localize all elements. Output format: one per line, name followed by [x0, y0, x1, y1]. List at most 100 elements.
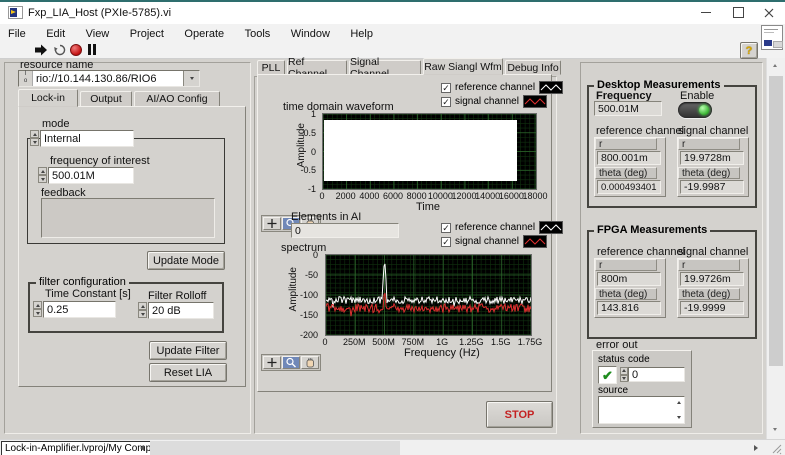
mode-label: mode — [42, 118, 70, 130]
combo-dropdown-button[interactable] — [183, 71, 199, 86]
update-mode-button[interactable]: Update Mode — [147, 251, 225, 270]
tab-pll[interactable]: PLL — [257, 60, 285, 75]
error-out-cluster: status ✔ code 0 source — [592, 350, 692, 428]
fpga-ref-theta-indicator: 143.816 — [597, 301, 661, 315]
signal-channel-checkbox-1[interactable]: ✓ — [441, 97, 451, 107]
filter-rolloff-spinner[interactable] — [138, 302, 147, 318]
signal-channel-checkbox-2[interactable]: ✓ — [441, 237, 451, 247]
feedback-indicator — [41, 198, 215, 238]
scroll-up-icon[interactable] — [677, 401, 681, 404]
close-button[interactable] — [753, 2, 785, 23]
pan-tool-button-2[interactable] — [301, 356, 319, 369]
desktop-ref-r-indicator: 800.001m — [597, 151, 661, 165]
reference-channel-checkbox-2[interactable]: ✓ — [441, 223, 451, 233]
io-type-icon: Io — [19, 71, 33, 86]
resize-grip[interactable] — [771, 443, 783, 455]
tab-ref-channel[interactable]: Ref Channel — [287, 60, 347, 75]
elements-in-ai-label: Elements in AI — [291, 211, 361, 223]
run-continuously-button[interactable] — [53, 43, 67, 56]
legend-reference-row-1: ✓ reference channel — [441, 81, 563, 94]
fpga-sig-cluster: r 19.9726m theta (deg) -19.9999 — [677, 258, 749, 318]
cross-icon — [266, 357, 278, 368]
hscroll-right-icon[interactable] — [754, 445, 758, 451]
stop-button[interactable]: STOP — [486, 401, 553, 428]
time-constant-input[interactable]: 0.25 — [43, 301, 116, 318]
project-path-box[interactable]: Lock-in-Amplifier.lvproj/My Computer — [1, 441, 172, 455]
tab-ai-ao-config[interactable]: AI/AO Config — [134, 91, 220, 107]
filter-configuration-title: filter configuration — [36, 276, 129, 288]
error-code-input[interactable]: 0 — [628, 367, 685, 382]
update-filter-button[interactable]: Update Filter — [149, 341, 227, 360]
close-icon — [764, 8, 774, 18]
help-button[interactable]: ? — [740, 42, 758, 59]
filter-rolloff-input[interactable]: 20 dB — [148, 302, 214, 319]
zoom-tool-button-2[interactable] — [282, 356, 300, 369]
chart2-xticks: 0250M500M750M1G1.25G1.5G1.75G — [325, 337, 530, 347]
error-code-label: code — [628, 354, 650, 365]
reset-lia-button[interactable]: Reset LIA — [149, 363, 227, 382]
tab-lock-in[interactable]: Lock-in — [18, 89, 78, 107]
theta-caption: theta (deg) — [595, 288, 657, 300]
mode-dropdown[interactable]: Internal — [40, 130, 134, 147]
resource-name-combo[interactable]: Io rio://10.144.130.86/RIO6 — [18, 70, 200, 87]
fpga-ref-r-indicator: 800m — [597, 272, 661, 286]
run-button[interactable] — [34, 44, 48, 56]
frequency-of-interest-input[interactable]: 500.01M — [48, 167, 134, 184]
chart1-xlabel: Time — [416, 201, 440, 213]
hscroll-left-icon[interactable] — [140, 445, 144, 451]
tab-raw-siangl-wfm[interactable]: Raw Siangl Wfm — [423, 58, 503, 75]
chart2-xlabel: Frequency (Hz) — [404, 347, 480, 359]
error-status-indicator: ✔ — [598, 366, 617, 384]
scrollbar-down-icon[interactable] — [773, 428, 777, 431]
error-source-label: source — [598, 385, 628, 396]
desktop-sig-theta-indicator: -19.9987 — [680, 180, 744, 194]
reference-channel-checkbox-1[interactable]: ✓ — [441, 83, 451, 93]
abort-button[interactable] — [70, 44, 82, 56]
signal-trace-glyph-2 — [523, 235, 547, 248]
tab-debug-info[interactable]: Debug Info — [505, 60, 561, 75]
cursor-move-tool-button[interactable] — [263, 217, 281, 230]
scrollbar-up-icon[interactable] — [773, 64, 777, 67]
chart2-plot — [325, 254, 532, 336]
desktop-sig-r-indicator: 19.9728m — [680, 151, 744, 165]
scroll-down-icon[interactable] — [677, 416, 681, 419]
filter-rolloff-label: Filter Rolloff — [148, 290, 206, 302]
tab-signal-channel[interactable]: Signal Channel — [349, 60, 421, 75]
maximize-button[interactable] — [722, 2, 754, 23]
error-status-label: status — [598, 354, 625, 365]
hand-icon — [304, 357, 316, 368]
error-source-box[interactable] — [598, 396, 685, 424]
minimize-button[interactable] — [690, 2, 722, 23]
error-code-spinner[interactable] — [620, 367, 628, 382]
frequency-spinner[interactable] — [38, 167, 47, 183]
signal-trace-glyph-1 — [523, 95, 547, 108]
chart1-xticks: 0200040006000800010000120001400016000180… — [322, 191, 535, 201]
theta-caption: theta (deg) — [678, 167, 740, 179]
r-caption: r — [678, 259, 740, 271]
enable-switch[interactable] — [678, 102, 712, 118]
fpga-measurements-title: FPGA Measurements — [594, 224, 710, 236]
vertical-scrollbar[interactable] — [766, 58, 785, 439]
cross-icon — [266, 218, 278, 229]
pause-button[interactable] — [88, 44, 97, 55]
fpga-sig-channel-label: signal channel — [678, 246, 748, 258]
chart2-title: spectrum — [281, 242, 326, 254]
legend-reference-label-1: reference channel — [455, 82, 535, 93]
mode-spinner[interactable] — [30, 130, 39, 146]
fpga-ref-cluster: r 800m theta (deg) 143.816 — [594, 258, 666, 318]
fpga-ref-channel-label: reference channel — [597, 246, 685, 258]
menu-bar: File Edit View Project Operate Tools Win… — [0, 24, 785, 41]
resource-name-value: rio://10.144.130.86/RIO6 — [33, 73, 183, 85]
cursor-move-tool-button-2[interactable] — [263, 356, 281, 369]
tab-output[interactable]: Output — [80, 91, 132, 107]
time-constant-spinner[interactable] — [33, 301, 42, 317]
vertical-scrollbar-thumb[interactable] — [769, 76, 783, 366]
legend-signal-row-1: ✓ signal channel — [441, 95, 547, 108]
chart2-yticks: 0-50-100-150-200 — [294, 254, 320, 334]
fpga-sig-r-indicator: 19.9726m — [680, 272, 744, 286]
enable-switch-led — [699, 105, 709, 115]
horizontal-scrollbar-thumb[interactable] — [150, 441, 400, 455]
magnifier-icon — [285, 357, 297, 368]
legend-reference-label-2: reference channel — [455, 222, 535, 233]
legend-signal-label-1: signal channel — [455, 96, 519, 107]
